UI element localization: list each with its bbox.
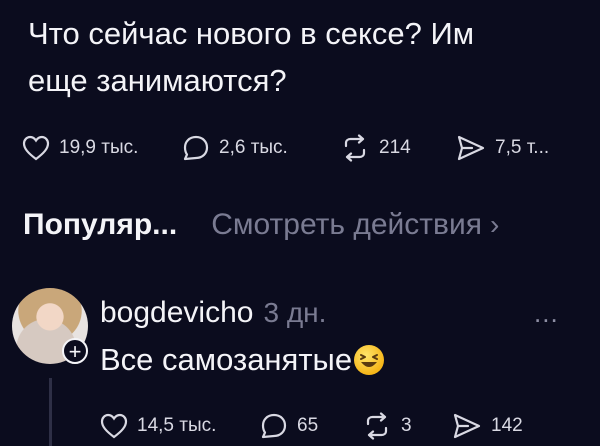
repost-icon [366, 412, 388, 440]
reply-comment-count: 65 [297, 415, 319, 436]
comment-icon [261, 413, 287, 439]
laughing-emoji-icon [354, 345, 385, 375]
thread-line [49, 378, 52, 446]
more-options-button[interactable]: ... [534, 298, 559, 329]
heart-icon [100, 413, 128, 439]
repost-icon [344, 134, 366, 162]
reply-like-count: 14,5 тыс. [137, 415, 217, 436]
send-icon [453, 413, 481, 439]
view-activity-link[interactable]: Смотреть действия › [211, 208, 499, 242]
reply-username[interactable]: bogdevicho [100, 296, 253, 330]
reply-share-button[interactable]: 142 [452, 408, 523, 444]
share-button[interactable]: 7,5 т... [456, 130, 549, 166]
comment-button[interactable]: 2,6 тыс. [182, 130, 288, 166]
comment-count: 2,6 тыс. [219, 137, 288, 158]
post-stats: 19,9 тыс. 2,6 тыс. 214 7,5 т... [22, 130, 582, 166]
repost-button[interactable]: 214 [340, 130, 411, 166]
reply-comment-button[interactable]: 65 [260, 408, 318, 444]
share-count: 7,5 т... [495, 137, 550, 158]
heart-icon [22, 135, 50, 161]
comment-icon [183, 135, 209, 161]
reply-share-count: 142 [491, 415, 523, 436]
reply-like-button[interactable]: 14,5 тыс. [100, 408, 216, 444]
like-count: 19,9 тыс. [59, 137, 139, 158]
view-activity-label: Смотреть действия [211, 208, 482, 241]
replies-tabs: Популяр... Смотреть действия › [23, 203, 499, 247]
repost-count: 214 [379, 137, 411, 158]
reply-stats: 14,5 тыс. 65 3 142 [100, 408, 580, 444]
reply-repost-button[interactable]: 3 [362, 408, 412, 444]
reply-body: Все самозанятые [100, 342, 385, 378]
like-button[interactable]: 19,9 тыс. [22, 130, 138, 166]
reply-text: Все самозанятые [100, 342, 353, 377]
reply-repost-count: 3 [401, 415, 412, 436]
reply-timestamp: 3 дн. [263, 297, 327, 328]
reply-header: bogdevicho 3 дн. [100, 296, 326, 330]
post-text: Что сейчас нового в сексе? Им еще занима… [28, 16, 475, 98]
follow-plus-icon[interactable]: + [62, 338, 88, 364]
tab-popular[interactable]: Популяр... [23, 208, 177, 242]
send-icon [457, 135, 485, 161]
chevron-right-icon: › [489, 209, 500, 240]
